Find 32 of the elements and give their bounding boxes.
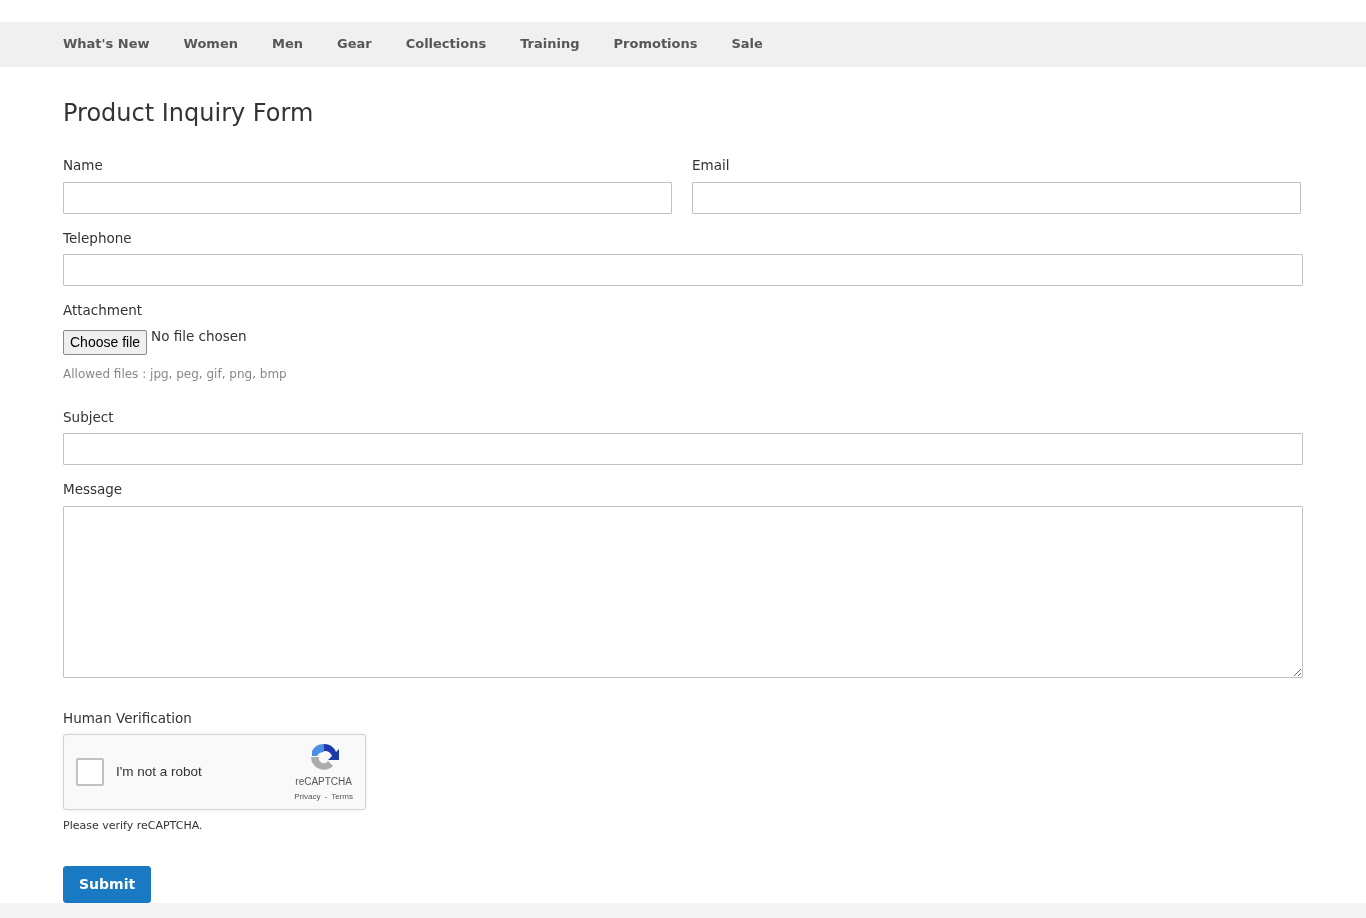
terms-link[interactable]: Terms <box>331 790 353 803</box>
field-label: Message <box>63 480 124 500</box>
submit-button[interactable]: Submit <box>63 866 152 904</box>
nav-link[interactable]: Promotions <box>613 34 698 54</box>
nav-link[interactable]: Collections <box>405 34 487 54</box>
input-field[interactable] <box>63 181 672 214</box>
captcha-brand: reCAPTCHA <box>295 776 352 787</box>
page-title: Product Inquiry Form <box>63 98 315 128</box>
nav-link[interactable]: Training <box>520 34 580 54</box>
field-label: Subject <box>63 408 115 428</box>
field-label: Telephone <box>63 228 133 248</box>
choose-file-button[interactable]: Choose file <box>63 330 148 356</box>
nav-link[interactable]: Women <box>183 34 238 54</box>
captcha-note: Please verify reCAPTCHA. <box>63 817 204 834</box>
nav-link[interactable]: What's New <box>63 34 150 54</box>
captcha-checkbox[interactable] <box>76 757 104 786</box>
privacy-link[interactable]: Privacy <box>294 790 321 803</box>
field-label: Human Verification <box>63 708 193 728</box>
nav-link[interactable]: Gear <box>337 34 372 54</box>
nav-link[interactable]: Men <box>271 34 303 54</box>
input-field[interactable] <box>692 181 1301 214</box>
input-field[interactable] <box>63 253 1303 286</box>
message-field[interactable] <box>63 505 1303 678</box>
input-field[interactable] <box>63 433 1303 466</box>
allowed-files-note: Allowed files : jpg, peg, gif, png, bmp <box>63 366 288 384</box>
link-separator: - <box>324 790 328 803</box>
field-label: Email <box>692 156 731 176</box>
captcha-label: I'm not a robot <box>116 762 203 781</box>
file-status: No file chosen <box>151 327 247 347</box>
field-label: Name <box>63 156 104 176</box>
field-label: Attachment <box>63 300 144 320</box>
nav-link[interactable]: Sale <box>731 34 763 54</box>
